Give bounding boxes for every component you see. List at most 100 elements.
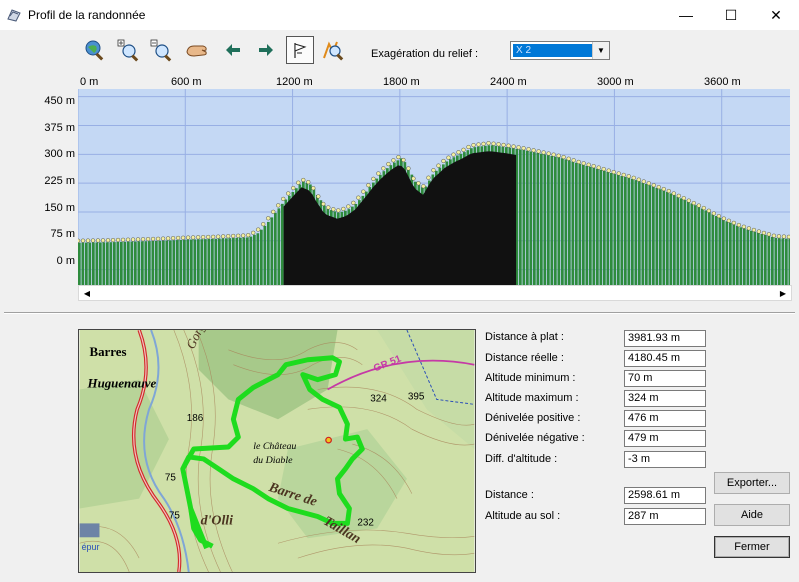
stat-value-altitude-max: 324 m <box>624 390 706 407</box>
profile-bar <box>568 160 571 285</box>
profile-bar <box>242 237 246 285</box>
arrow-left-icon <box>226 44 240 56</box>
topo-map[interactable]: Barres Huguenauve le Château du Diable B… <box>78 329 476 573</box>
toolbar: Exagération du relief : X 2 ▼ <box>0 30 799 72</box>
profile-point <box>181 235 186 240</box>
profile-bar <box>81 242 85 285</box>
profile-point <box>511 144 516 149</box>
x-tick-label: 1800 m <box>383 76 420 88</box>
profile-point <box>621 172 626 178</box>
stat-value-distance: 2598.61 m <box>624 487 706 504</box>
stat-label-diff-altitude: Diff. d'altitude : <box>485 453 558 465</box>
profile-point <box>786 234 790 239</box>
stat-label-distance-reelle: Distance réelle : <box>485 352 564 364</box>
close-window-button[interactable]: ✕ <box>753 0 799 30</box>
profile-bar <box>711 214 715 285</box>
profile-bar <box>592 167 596 285</box>
profile-bar <box>78 242 81 285</box>
next-button[interactable] <box>252 36 280 64</box>
profile-bar <box>85 242 88 285</box>
profile-bar <box>606 171 610 285</box>
profile-point <box>651 183 656 188</box>
profile-point <box>186 235 191 240</box>
exaggeration-select[interactable]: X 2 ▼ <box>510 41 610 60</box>
minimize-button[interactable]: — <box>663 0 709 30</box>
profile-point <box>636 177 641 182</box>
profile-bar <box>540 153 543 285</box>
profile-bar <box>757 232 760 285</box>
profile-bar <box>645 183 648 285</box>
stat-label-distance: Distance : <box>485 489 534 501</box>
profile-point <box>391 158 396 163</box>
zoom-in-button[interactable] <box>114 36 142 64</box>
profile-bar <box>648 185 652 285</box>
zoom-out-button[interactable] <box>147 36 175 64</box>
close-button[interactable]: Fermer <box>714 536 790 558</box>
profile-point <box>296 180 301 185</box>
profile-bar <box>634 180 638 285</box>
profile-bar <box>736 225 739 285</box>
profile-point <box>706 208 711 213</box>
profile-bar <box>134 241 137 285</box>
profile-point <box>351 200 356 205</box>
profile-bar <box>610 172 613 285</box>
profile-point <box>135 237 141 242</box>
profile-point <box>551 152 556 157</box>
profile-bar <box>116 242 120 285</box>
profile-bar <box>718 217 722 285</box>
profile-point <box>431 168 436 173</box>
profile-bar <box>764 234 767 285</box>
profile-point <box>196 235 201 240</box>
flag-button[interactable] <box>286 36 314 64</box>
y-tick-label: 375 m <box>44 122 75 134</box>
help-button[interactable]: Aide <box>714 504 790 526</box>
profile-point <box>576 159 581 165</box>
profile-point <box>676 193 681 198</box>
profile-point <box>78 238 81 243</box>
profile-point <box>191 235 196 240</box>
profile-point <box>85 238 91 243</box>
profile-bar <box>193 239 197 285</box>
profile-point <box>596 165 601 170</box>
previous-button[interactable] <box>219 36 247 64</box>
chevron-down-icon[interactable]: ▼ <box>592 42 609 59</box>
profile-bar <box>683 200 687 285</box>
profile-point <box>411 176 416 181</box>
profile-point <box>95 238 101 243</box>
flag-icon <box>294 43 307 58</box>
profile-bar <box>232 238 235 285</box>
profile-point <box>536 149 541 154</box>
profile-point <box>506 143 511 148</box>
scroll-right-icon[interactable]: ▶ <box>775 286 791 300</box>
stat-value-altitude-min: 70 m <box>624 370 706 387</box>
profile-point <box>471 143 476 148</box>
profile-point <box>276 203 281 208</box>
profile-point <box>756 229 761 234</box>
profile-point <box>696 203 701 208</box>
export-button[interactable]: Exporter... <box>714 472 790 494</box>
profile-point <box>356 195 361 200</box>
scroll-left-icon[interactable]: ◀ <box>79 286 95 300</box>
profile-point <box>451 152 456 157</box>
elevation-profile-chart[interactable] <box>78 89 790 285</box>
stat-label-denivelee-negative: Dénivelée négative : <box>485 432 585 444</box>
profile-point <box>656 185 661 190</box>
profile-point <box>256 227 261 232</box>
profile-scrollbar[interactable]: ◀ ▶ <box>78 285 792 301</box>
profile-point <box>341 206 346 212</box>
profile-bar <box>575 162 578 285</box>
profile-bar <box>697 206 701 285</box>
profile-bar <box>155 240 158 285</box>
profile-point <box>441 158 446 164</box>
profile-point <box>766 232 772 237</box>
pan-button[interactable] <box>183 36 211 64</box>
minimize-icon: — <box>679 7 693 23</box>
stat-label-altitude-min: Altitude minimum : <box>485 372 576 384</box>
profile-bar <box>106 242 109 285</box>
maximize-button[interactable]: ☐ <box>708 0 754 30</box>
zoom-full-button[interactable] <box>81 36 109 64</box>
profile-bar <box>183 239 186 285</box>
profile-point <box>401 157 406 163</box>
profile-bar <box>529 151 533 285</box>
zoom-route-button[interactable] <box>319 36 347 64</box>
